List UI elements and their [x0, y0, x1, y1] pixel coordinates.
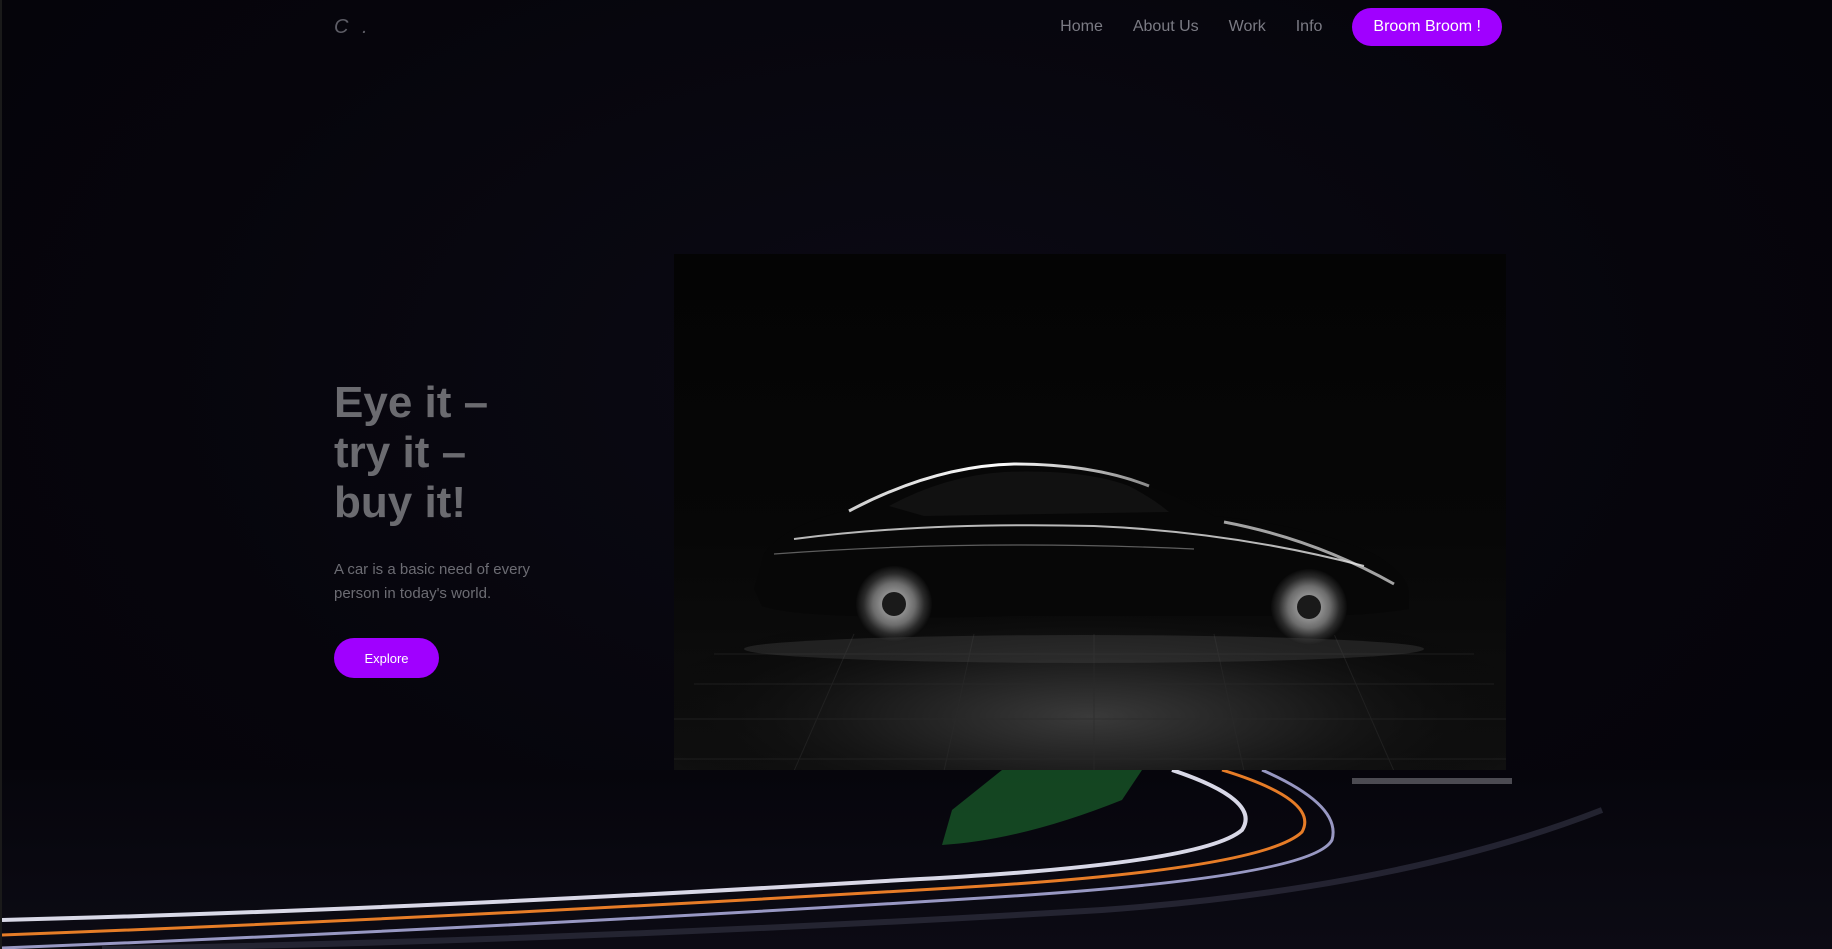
hero-section: Eye it – try it – buy it! A car is a bas…	[334, 378, 574, 678]
main-nav: Home About Us Work Info Broom Broom !	[1060, 8, 1502, 46]
car-photo	[674, 254, 1506, 771]
header: C . Home About Us Work Info Broom Broom …	[2, 0, 1832, 54]
hero-subtitle: A car is a basic need of every person in…	[334, 561, 530, 602]
explore-button[interactable]: Explore	[334, 638, 439, 678]
nav-about-us-link[interactable]: About Us	[1133, 18, 1199, 36]
nav-home-link[interactable]: Home	[1060, 18, 1103, 36]
light-trails-photo	[2, 770, 1832, 949]
hero-title: Eye it – try it – buy it!	[334, 378, 489, 527]
nav-info-link[interactable]: Info	[1296, 18, 1323, 36]
nav-work-link[interactable]: Work	[1229, 18, 1266, 36]
landing-page: C . Home About Us Work Info Broom Broom …	[0, 0, 1832, 949]
broom-broom-button[interactable]: Broom Broom !	[1352, 8, 1502, 46]
logo[interactable]: C .	[334, 16, 372, 39]
